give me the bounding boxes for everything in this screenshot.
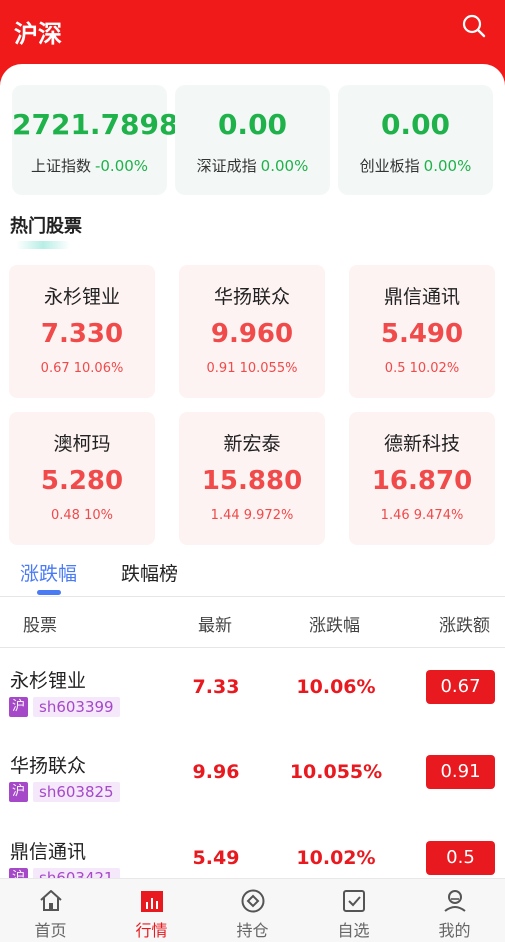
stock-code: sh603421 [33,868,120,878]
hot-stock-price: 5.490 [380,319,464,349]
table-row[interactable]: 永杉锂业 沪 sh603399 7.33 10.06% 0.67 [0,666,505,751]
market-chart-icon [141,891,163,912]
index-value: 0.00 [380,108,451,141]
table-header: 股票 最新 涨跌幅 涨跌额 [0,598,505,648]
stock-change-amount: 0.67 [426,670,495,704]
nav-home[interactable]: 首页 [0,879,101,942]
nav-label: 我的 [438,921,471,940]
nav-profile[interactable]: 我的 [404,879,505,942]
hot-stocks-title: 热门股票 [10,216,82,237]
nav-label: 首页 [34,921,67,940]
hot-stock-name: 澳柯玛 [53,433,111,455]
market-badge: 沪 [9,868,28,878]
nav-label: 自选 [337,921,370,940]
hot-stock-name: 德新科技 [383,433,460,455]
watchlist-check-icon [343,890,365,912]
stock-name: 鼎信通讯 [10,841,87,863]
hot-stock-name: 鼎信通讯 [383,286,460,308]
tab-losers[interactable]: 跌幅榜 [121,559,178,586]
index-name: 创业板指 [359,157,420,175]
nav-label: 持仓 [236,921,269,940]
stock-name: 永杉锂业 [10,670,87,692]
hot-stock-price: 16.870 [371,466,473,496]
stock-price: 7.33 [192,676,240,698]
hot-stock-price: 15.880 [201,466,303,496]
index-value: 2721.7898 [12,108,179,141]
hot-stock-change: 0.91 10.055% [206,361,298,376]
index-card-shenzhen[interactable]: 0.00 深证成指 0.00% [175,85,330,195]
hot-stock-change: 0.48 10% [51,508,113,523]
index-name: 深证成指 [196,157,257,175]
hot-stock-change: 0.5 10.02% [384,361,460,376]
index-change: -0.00% [94,157,149,175]
stock-price: 9.96 [192,761,240,783]
hot-stock-card[interactable]: 德新科技 16.870 1.46 9.474% [349,412,495,545]
market-badge: 沪 [9,782,28,802]
hot-stock-price: 9.960 [210,319,294,349]
hot-stock-change: 1.44 9.972% [210,508,294,523]
tab-gainers[interactable]: 涨跌幅 [20,559,77,586]
hot-stock-card[interactable]: 澳柯玛 5.280 0.48 10% [9,412,155,545]
hot-stock-name: 新宏泰 [223,433,281,455]
stock-code: sh603825 [33,782,120,802]
header-latest: 最新 [198,616,232,636]
hot-stock-price: 7.330 [40,319,124,349]
hot-stock-change: 0.67 10.06% [40,361,124,376]
hot-stock-change: 1.46 9.474% [380,508,464,523]
hot-stock-price: 5.280 [40,466,124,496]
search-icon[interactable] [461,13,487,39]
index-card-shanghai[interactable]: 2721.7898 上证指数 -0.00% [12,85,179,195]
index-change: 0.00% [260,157,309,175]
page-title: 沪深 [14,20,62,48]
market-badge: 沪 [9,697,28,717]
header-stock: 股票 [23,616,57,636]
index-summary: 2721.7898 上证指数 -0.00% 0.00 深证成指 0.00% 0.00… [12,85,493,195]
stock-code: sh603399 [33,697,120,717]
table-row[interactable]: 华扬联众 沪 sh603825 9.96 10.055% 0.91 [0,751,505,836]
table-row[interactable]: 鼎信通讯 沪 sh603421 5.49 10.02% 0.5 [0,837,505,878]
nav-label: 行情 [135,921,168,940]
stock-change-pct: 10.02% [296,847,376,869]
index-change: 0.00% [423,157,472,175]
index-name: 上证指数 [30,157,91,175]
index-value: 0.00 [217,108,288,141]
stock-name: 华扬联众 [10,755,87,777]
hot-stock-card[interactable]: 华扬联众 9.960 0.91 10.055% [179,265,325,398]
hot-stock-name: 华扬联众 [213,286,290,308]
position-icon [241,889,265,913]
hot-stock-card[interactable]: 鼎信通讯 5.490 0.5 10.02% [349,265,495,398]
bottom-nav: 首页 行情 持仓 自选 我的 [0,878,505,942]
nav-positions[interactable]: 持仓 [202,879,303,942]
home-icon [40,890,62,911]
stock-change-pct: 10.055% [289,761,383,783]
header-change-pct[interactable]: 涨跌幅 [309,611,360,636]
header-change-amount[interactable]: 涨跌额 [439,611,490,636]
index-card-chinext[interactable]: 0.00 创业板指 0.00% [338,85,493,195]
section-underline [16,241,70,249]
hot-stock-card[interactable]: 新宏泰 15.880 1.44 9.972% [179,412,325,545]
stock-change-amount: 0.5 [426,841,495,875]
stock-change-amount: 0.91 [426,755,495,789]
ranking-tabs: 涨跌幅 跌幅榜 [0,547,505,597]
main-content: 2721.7898 上证指数 -0.00% 0.00 深证成指 0.00% 0.00… [0,64,505,878]
nav-market[interactable]: 行情 [101,879,202,942]
stock-change-pct: 10.06% [296,676,376,698]
profile-icon [444,890,466,912]
nav-watchlist[interactable]: 自选 [303,879,404,942]
active-tab-indicator [37,590,61,595]
stock-price: 5.49 [192,847,240,869]
hot-stock-card[interactable]: 永杉锂业 7.330 0.67 10.06% [9,265,155,398]
hot-stock-name: 永杉锂业 [43,286,120,308]
